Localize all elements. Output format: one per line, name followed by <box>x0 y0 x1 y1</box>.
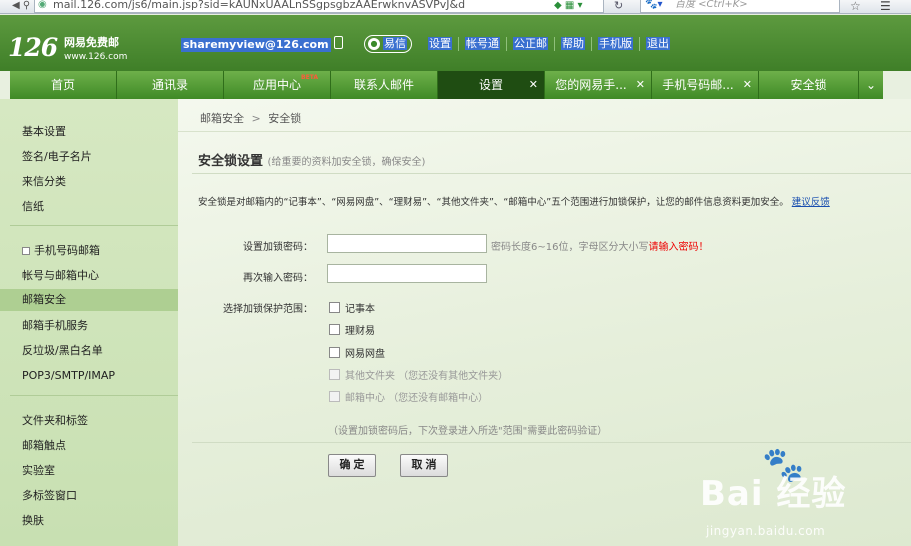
mail-header: 126 网易免费邮 www.126.com sharemyview@126.co… <box>0 15 911 71</box>
top-link-logout[interactable]: 退出 <box>639 37 676 51</box>
address-bar[interactable]: ◉ mail.126.com/js6/main.jsp?sid=kAUNxUAA… <box>34 0 604 13</box>
sidebar-item-stationery[interactable]: 信纸 <box>22 200 44 214</box>
close-icon[interactable]: ✕ <box>529 71 538 99</box>
logo-number: 126 <box>8 33 58 62</box>
sidebar-item-multitab[interactable]: 多标签窗口 <box>22 489 77 503</box>
finance-checkbox[interactable] <box>329 324 340 335</box>
browser-search-input[interactable]: 🐾▾ 百度 <Ctrl+K> <box>640 0 840 13</box>
sidebar-item-phone-mailbox[interactable]: 手机号码邮箱 <box>22 244 100 258</box>
scope-label: 选择加锁保护范围： <box>223 304 313 315</box>
divider <box>178 131 911 132</box>
sidebar-item-account-center[interactable]: 帐号与邮箱中心 <box>22 269 99 283</box>
password-label: 设置加锁密码： <box>243 242 313 253</box>
top-link-help[interactable]: 帮助 <box>554 37 591 51</box>
shield-icon[interactable]: ◆ ▦ ▾ <box>554 0 583 11</box>
mail-center-checkbox <box>329 391 340 402</box>
lock-note: （设置加锁密码后，下次登录进入所选"范围"需要此密码验证） <box>328 426 608 437</box>
password-hint: 密码长度6~16位，字母区分大小写请输入密码！ <box>491 242 709 253</box>
sidebar-item-pop3[interactable]: POP3/SMTP/IMAP <box>22 369 115 383</box>
scope-other-folders: 其他文件夹 （您还没有其他文件夹） <box>329 367 508 382</box>
yixin-button[interactable]: ● 易信 <box>364 35 412 53</box>
sidebar-item-mobile-service[interactable]: 邮箱手机服务 <box>22 319 88 333</box>
sidebar-item-lab[interactable]: 实验室 <box>22 464 55 478</box>
tab-app-center[interactable]: 应用中心 BETA <box>224 71 331 99</box>
sidebar-item-mail-security[interactable]: 邮箱安全 <box>0 289 178 311</box>
top-links: 设置 帐号通 公正邮 帮助 手机版 退出 <box>422 37 676 51</box>
baidu-paw-icon: 🐾▾ <box>645 0 663 10</box>
refresh-icon[interactable]: ↻ <box>614 0 623 12</box>
sidebar-item-filter[interactable]: 来信分类 <box>22 175 66 189</box>
top-link-account[interactable]: 帐号通 <box>458 37 506 51</box>
tab-security-lock[interactable]: 安全锁 <box>759 71 859 99</box>
tab-contact-mail[interactable]: 联系人邮件 <box>331 71 438 99</box>
top-link-mobile[interactable]: 手机版 <box>591 37 639 51</box>
description: 安全锁是对邮箱内的“记事本”、“网易网盘”、“理财易”、“其他文件夹”、“邮箱中… <box>198 197 830 208</box>
sidebar-divider <box>10 225 178 226</box>
netdisk-checkbox[interactable] <box>329 347 340 358</box>
user-email[interactable]: sharemyview@126.com <box>181 38 331 52</box>
sidebar-item-signature[interactable]: 签名/电子名片 <box>22 150 92 164</box>
close-icon[interactable]: ✕ <box>636 71 645 99</box>
yixin-icon: ● <box>368 38 380 50</box>
feedback-link[interactable]: 建议反馈 <box>792 197 830 208</box>
sidebar-item-folders[interactable]: 文件夹和标签 <box>22 414 88 428</box>
sidebar-item-antispam[interactable]: 反垃圾/黑白名单 <box>22 344 103 358</box>
tab-more-chevron-icon[interactable]: ⌄ <box>859 71 883 99</box>
other-folders-checkbox <box>329 369 340 380</box>
scope-mail-center: 邮箱中心 （您还没有邮箱中心） <box>329 389 488 404</box>
ok-button[interactable]: 确 定 <box>328 454 376 477</box>
menu-icon[interactable]: ☰ <box>880 0 891 13</box>
yixin-label: 易信 <box>383 37 407 50</box>
watermark-brand: Bai 经验 <box>700 474 847 514</box>
cancel-button[interactable]: 取 消 <box>400 454 448 477</box>
chevron-down-icon[interactable]: ⌄ <box>316 37 324 48</box>
tab-settings[interactable]: 设置 ✕ <box>438 71 545 99</box>
tab-contacts[interactable]: 通讯录 <box>117 71 224 99</box>
tab-home[interactable]: 首页 <box>10 71 117 99</box>
page-title: 安全锁设置 (给重要的资料加安全锁，确保安全) <box>198 154 426 169</box>
confirm-password-input[interactable] <box>327 264 487 283</box>
address-url: mail.126.com/js6/main.jsp?sid=kAUNxUAALn… <box>53 0 466 11</box>
logo-text: 网易免费邮 www.126.com <box>64 36 127 64</box>
password-input[interactable] <box>327 234 487 253</box>
password-error: 请输入密码！ <box>648 242 709 253</box>
sidebar-item-touchpoint[interactable]: 邮箱触点 <box>22 439 66 453</box>
divider <box>192 442 911 443</box>
top-link-settings[interactable]: 设置 <box>422 37 458 51</box>
divider <box>192 173 911 174</box>
breadcrumb-separator: > <box>251 112 261 125</box>
sidebar-item-skin[interactable]: 换肤 <box>22 514 44 528</box>
baidu-watermark: 🐾 Bai 经验 jingyan.baidu.com <box>700 448 900 543</box>
phone-icon[interactable] <box>334 36 343 49</box>
search-placeholder: 百度 <Ctrl+K> <box>675 0 748 10</box>
back-arrow-icon[interactable]: ◀ ⚲ <box>12 0 30 12</box>
tab-netease-phone[interactable]: 您的网易手... ✕ <box>545 71 652 99</box>
watermark-url: jingyan.baidu.com <box>706 524 826 538</box>
browser-toolbar: ◀ ⚲ ◉ mail.126.com/js6/main.jsp?sid=kAUN… <box>0 0 911 14</box>
scope-notepad[interactable]: 记事本 <box>329 300 375 315</box>
globe-icon: ◉ <box>38 0 47 10</box>
logo-name: 网易免费邮 <box>64 36 119 49</box>
breadcrumb-mail-security[interactable]: 邮箱安全 <box>200 112 244 125</box>
logo-url: www.126.com <box>64 52 128 62</box>
tab-bar: 首页 通讯录 应用中心 BETA 联系人邮件 设置 ✕ 您的网易手... ✕ 手机号码… <box>10 71 911 99</box>
close-icon[interactable]: ✕ <box>743 71 752 99</box>
phone-mailbox-icon <box>22 247 30 255</box>
breadcrumb: 邮箱安全 > 安全锁 <box>200 110 301 126</box>
top-link-gongzheng[interactable]: 公正邮 <box>506 37 554 51</box>
notepad-checkbox[interactable] <box>329 302 340 313</box>
scope-finance[interactable]: 理财易 <box>329 322 375 337</box>
breadcrumb-security-lock: 安全锁 <box>268 112 302 125</box>
beta-badge: BETA <box>301 74 318 81</box>
settings-sidebar: 基本设置 签名/电子名片 来信分类 信纸 手机号码邮箱 帐号与邮箱中心 邮箱安全… <box>0 99 178 546</box>
star-icon[interactable]: ☆ <box>850 0 861 13</box>
title-hint: (给重要的资料加安全锁，确保安全) <box>267 157 426 168</box>
sidebar-divider <box>10 395 178 396</box>
tab-phone-mailbox[interactable]: 手机号码邮... ✕ <box>652 71 759 99</box>
confirm-password-label: 再次输入密码： <box>243 273 313 284</box>
sidebar-item-basic[interactable]: 基本设置 <box>22 125 66 139</box>
scope-netdisk[interactable]: 网易网盘 <box>329 345 385 360</box>
